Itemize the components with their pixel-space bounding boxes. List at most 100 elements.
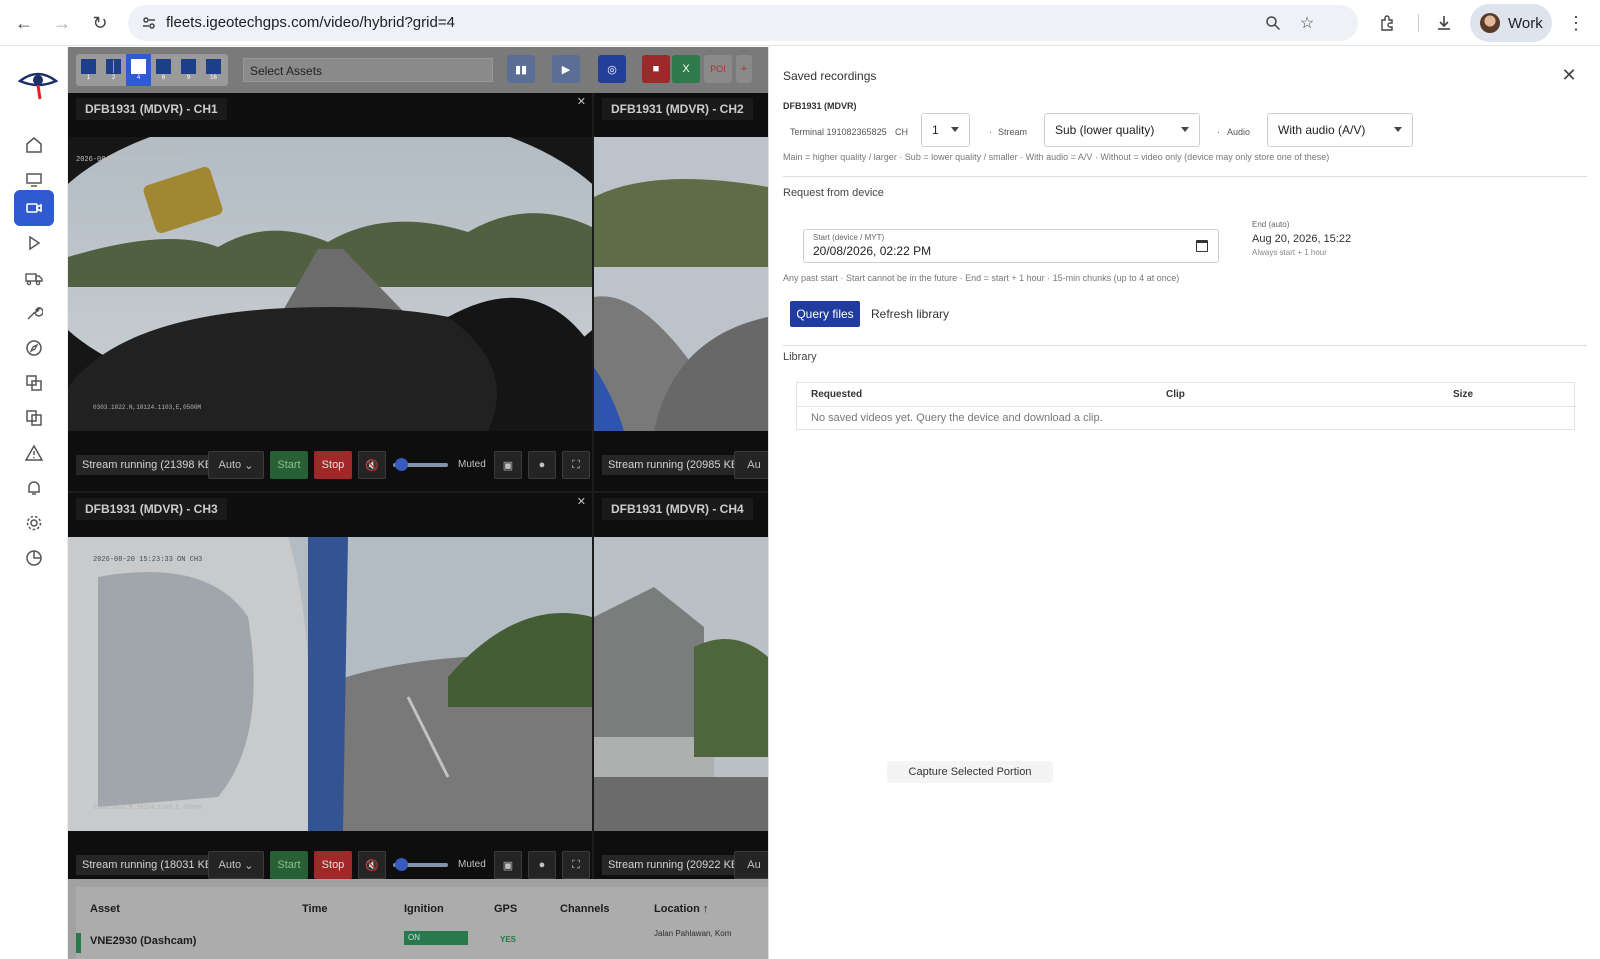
divider [783,176,1587,177]
capture-selected-portion-button[interactable]: Capture Selected Portion [887,761,1053,783]
col-location[interactable]: Location ↑ [654,903,708,915]
grid-1-button[interactable]: 1 [76,54,101,86]
gear-icon[interactable] [14,505,54,541]
mute-icon[interactable]: 🔇 [358,451,386,479]
video-toolbar: 1 2 4 6 9 16 Select Assets ▮▮ ▶ ◎ ■ X PO… [68,47,768,93]
download-icon[interactable] [1430,9,1458,37]
reload-icon[interactable]: ↻ [86,9,114,37]
quality-select[interactable]: Au [734,851,768,879]
fullscreen-icon[interactable]: ⛶ [562,451,590,479]
gps-status: YES [500,935,517,944]
start-button[interactable]: Start [270,851,308,879]
copy-icon[interactable] [14,365,54,401]
start-caption: Start (device / MYT) [813,233,885,242]
asset-select[interactable]: Select Assets [243,58,493,82]
poi-button[interactable]: POI [704,55,732,83]
excel-icon[interactable]: X [672,55,700,83]
saved-recordings-panel: Saved recordings ✕ DFB1931 (MDVR) Termin… [768,47,1600,959]
grid-2-button[interactable]: 2 [101,54,126,86]
library-label: Library [783,351,817,363]
record-icon[interactable]: ● [528,851,556,879]
col-size[interactable]: Size [1453,389,1473,400]
separator-dot: · [989,127,992,137]
record-icon[interactable]: ● [528,451,556,479]
start-datetime-input[interactable]: Start (device / MYT) 20/08/2026, 02:22 P… [803,229,1219,263]
grid-16-button[interactable]: 16 [201,54,226,86]
audio-label: Audio [1227,127,1251,137]
quality-select[interactable]: Auto ⌄ [208,851,264,879]
pdf-icon[interactable]: ■ [642,55,670,83]
quality-select[interactable]: Auto ⌄ [208,451,264,479]
query-files-button[interactable]: Query files [790,301,860,327]
refresh-library-button[interactable]: Refresh library [871,307,949,321]
cell-title: DFB1931 (MDVR) - CH2 [602,98,753,120]
col-asset[interactable]: Asset [90,903,120,915]
address-bar[interactable]: fleets.igeotechgps.com/video/hybrid?grid… [128,5,1358,41]
site-settings-icon[interactable] [138,12,160,34]
grid-4-button[interactable]: 4 [126,54,151,86]
stream-status: Stream running (18031 KB) [76,855,222,875]
stop-button[interactable]: Stop [314,851,352,879]
avatar [1480,13,1500,33]
close-icon[interactable]: ✕ [577,495,586,508]
channel-select[interactable]: 1 [921,113,970,147]
stop-button[interactable]: Stop [314,451,352,479]
target-icon[interactable]: ◎ [598,55,626,83]
col-requested[interactable]: Requested [811,389,862,400]
profile-chip[interactable]: Work [1470,4,1552,42]
bell-icon[interactable] [14,470,54,506]
home-icon[interactable] [14,127,54,163]
wrench-icon[interactable] [14,295,54,331]
truck-icon[interactable] [14,260,54,296]
col-ignition[interactable]: Ignition [404,903,444,915]
bookmark-star-icon[interactable]: ☆ [1296,12,1318,34]
col-clip[interactable]: Clip [1166,389,1185,400]
camera-coords: 0303.1022.N,10124.1103,E,0500M [93,804,201,811]
app-sidebar [0,47,68,959]
snapshot-icon[interactable]: ▣ [494,851,522,879]
request-label: Request from device [783,187,884,199]
col-gps[interactable]: GPS [494,903,517,915]
video-cell-ch3: DFB1931 (MDVR) - CH3 ✕ 2026-08-20 15:23:… [68,493,592,891]
audio-value: With audio (A/V) [1278,123,1366,137]
snapshot-icon[interactable]: ▣ [494,451,522,479]
fullscreen-icon[interactable]: ⛶ [562,851,590,879]
mute-icon[interactable]: 🔇 [358,851,386,879]
stream-label: Stream [998,127,1028,137]
status-indicator [76,933,81,953]
grid-9-button[interactable]: 9 [176,54,201,86]
warning-icon[interactable] [14,435,54,471]
url-text[interactable]: fleets.igeotechgps.com/video/hybrid?grid… [166,14,455,31]
zoom-icon[interactable] [1262,12,1284,34]
stream-select[interactable]: Sub (lower quality) [1044,113,1200,147]
menu-dots-icon[interactable]: ⋮ [1562,9,1590,37]
video-camera-icon[interactable] [14,190,54,226]
calendar-icon[interactable] [1196,240,1208,252]
col-time[interactable]: Time [302,903,327,915]
ignition-badge: ON [404,931,468,945]
volume-slider[interactable] [393,458,448,471]
compass-icon[interactable] [14,330,54,366]
table-row[interactable]: VNE2930 (Dashcam) ON YES Jalan Pahlawan,… [76,927,768,959]
close-icon[interactable]: ✕ [577,95,586,108]
audio-select[interactable]: With audio (A/V) [1267,113,1413,147]
play-icon[interactable] [14,225,54,261]
quality-select[interactable]: Au [734,451,768,479]
profile-label: Work [1508,14,1543,32]
stream-status: Stream running (20985 KB) [602,455,748,475]
col-channels[interactable]: Channels [560,903,610,915]
stream-controls: Stream running (20922 KB) Au [594,847,768,883]
copy-alt-icon[interactable] [14,400,54,436]
volume-slider[interactable] [393,858,448,871]
start-button[interactable]: Start [270,451,308,479]
grid-6-button[interactable]: 6 [151,54,176,86]
app-logo[interactable] [18,65,58,101]
back-icon[interactable]: ← [10,9,38,37]
forward-icon[interactable]: → [48,9,76,37]
pie-chart-icon[interactable] [14,540,54,576]
columns-icon[interactable]: ▮▮ [507,55,535,83]
add-button[interactable]: + [736,55,752,83]
extensions-icon[interactable] [1374,9,1402,37]
close-icon[interactable]: ✕ [1559,65,1579,85]
playback-icon[interactable]: ▶ [552,55,580,83]
